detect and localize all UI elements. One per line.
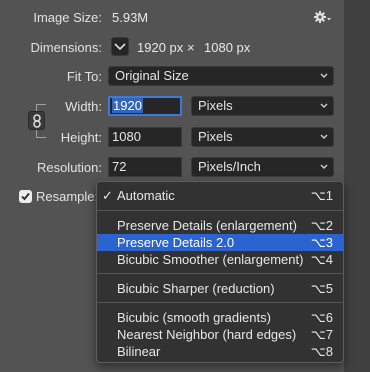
resample-label[interactable]: Resample:	[36, 189, 98, 204]
menu-check-icon: ✓	[102, 188, 113, 203]
dimensions-units-button[interactable]	[111, 37, 129, 56]
menu-item-automatic[interactable]: ✓ Automatic ⌥1	[97, 187, 343, 204]
link-icon	[33, 114, 41, 128]
height-input[interactable]: 1080	[108, 127, 182, 147]
width-label: Width:	[65, 99, 102, 114]
dimensions-times: ×	[187, 40, 195, 55]
menu-item-bilinear[interactable]: Bilinear ⌥8	[97, 343, 343, 360]
menu-separator	[97, 302, 343, 303]
menu-separator	[97, 273, 343, 274]
gear-icon[interactable]	[313, 9, 333, 25]
width-value: 1920	[112, 98, 143, 113]
chevron-down-icon	[320, 164, 328, 169]
panel-edge	[344, 0, 370, 372]
checkmark-icon	[21, 192, 30, 201]
dimensions-height: 1080 px	[204, 40, 251, 55]
chevron-down-icon	[114, 43, 126, 51]
width-input[interactable]: 1920	[108, 96, 182, 116]
resample-checkbox[interactable]	[19, 190, 32, 203]
menu-separator	[97, 210, 343, 211]
height-unit-value: Pixels	[198, 129, 233, 144]
dimensions-label: Dimensions:	[30, 40, 102, 55]
menu-item-preserve-details-2[interactable]: Preserve Details 2.0 ⌥3	[97, 234, 343, 251]
fit-to-value: Original Size	[115, 68, 189, 83]
menu-item-bicubic-smoother[interactable]: Bicubic Smoother (enlargement) ⌥4	[97, 251, 343, 268]
height-value: 1080	[112, 129, 141, 144]
resolution-input[interactable]: 72	[108, 157, 182, 177]
resample-method-menu: ✓ Automatic ⌥1 Preserve Details (enlarge…	[96, 181, 344, 363]
menu-item-bicubic-sharper[interactable]: Bicubic Sharper (reduction) ⌥5	[97, 280, 343, 297]
chevron-down-icon	[320, 73, 328, 78]
fit-to-label: Fit To:	[66, 69, 102, 84]
width-unit-value: Pixels	[198, 98, 233, 113]
resolution-unit-value: Pixels/Inch	[198, 159, 261, 174]
resolution-value: 72	[112, 159, 127, 174]
menu-item-preserve-details[interactable]: Preserve Details (enlargement) ⌥2	[97, 217, 343, 234]
image-size-label: Image Size:	[33, 10, 102, 25]
fit-to-select[interactable]: Original Size	[108, 66, 334, 86]
chevron-down-icon	[320, 103, 328, 108]
chevron-down-icon	[320, 134, 328, 139]
height-label: Height:	[60, 130, 102, 145]
width-unit-select[interactable]: Pixels	[191, 96, 334, 116]
resolution-unit-select[interactable]: Pixels/Inch	[191, 157, 334, 177]
height-unit-select[interactable]: Pixels	[191, 127, 334, 147]
dimensions-width: 1920 px	[137, 40, 184, 55]
resolution-label: Resolution:	[36, 160, 102, 175]
image-size-value: 5.93M	[112, 10, 149, 25]
menu-item-nearest-neighbor[interactable]: Nearest Neighbor (hard edges) ⌥7	[97, 326, 343, 343]
menu-item-bicubic[interactable]: Bicubic (smooth gradients) ⌥6	[97, 309, 343, 326]
